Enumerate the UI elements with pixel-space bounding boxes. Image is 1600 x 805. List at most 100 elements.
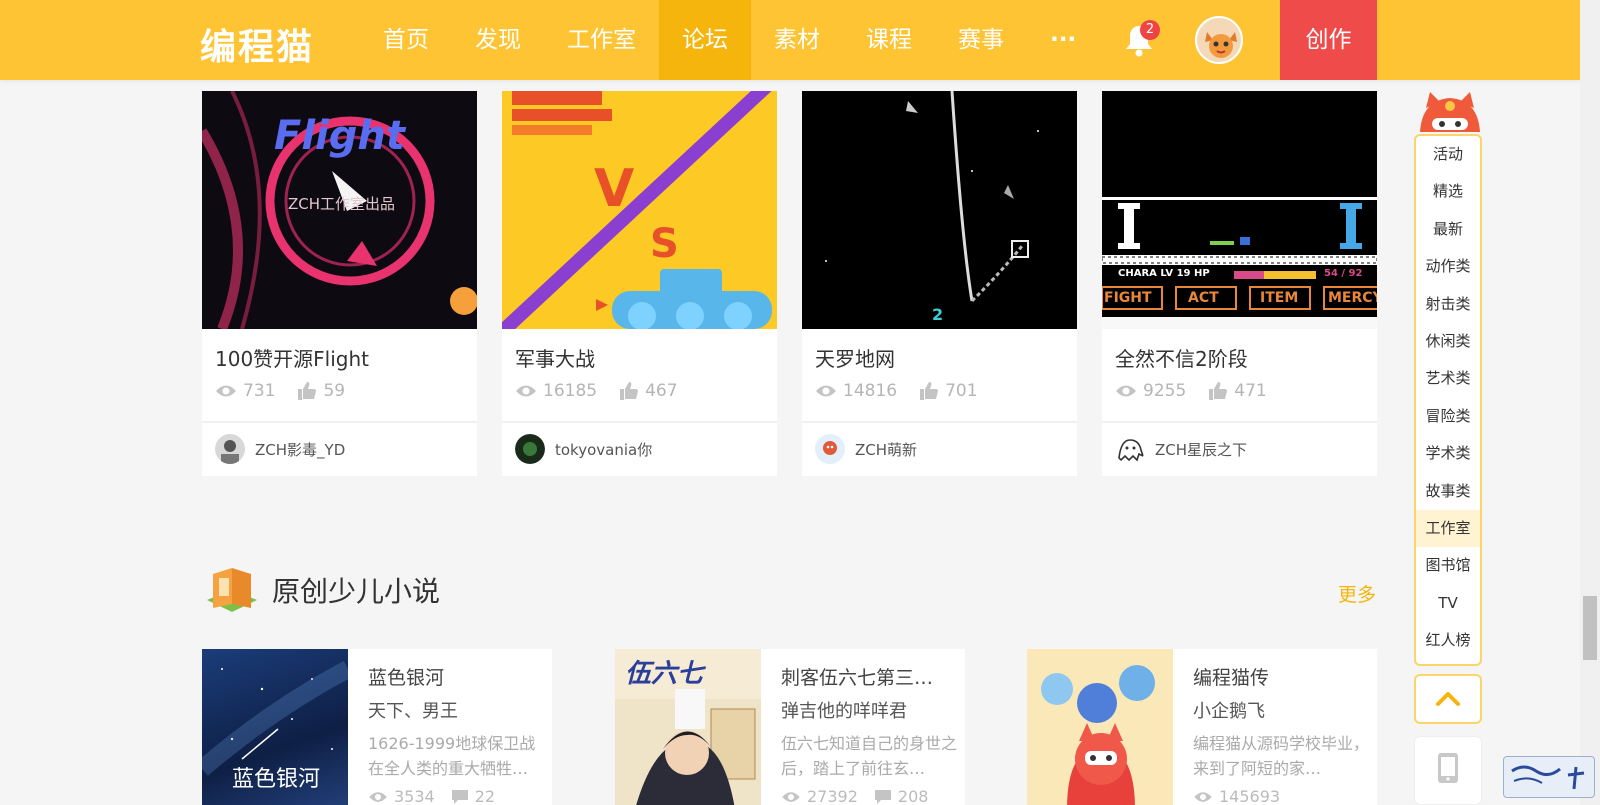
novel-title[interactable]: 刺客伍六七第三… (781, 663, 956, 690)
view-count: 9255 (1143, 381, 1187, 401)
novel-view-count: 3534 (394, 787, 435, 805)
notification-badge: 2 (1140, 20, 1160, 40)
author-name[interactable]: tokyovania你 (555, 439, 652, 460)
work-title[interactable]: 天罗地网 (815, 343, 895, 372)
thumb-sub-text: ZCH工作室出品 (288, 195, 396, 213)
book-icon (207, 568, 257, 612)
work-thumbnail[interactable]: Flight ZCH工作室出品 (202, 91, 477, 329)
more-link[interactable]: 更多 (1338, 580, 1376, 607)
sidebar-item-action[interactable]: 动作类 (1416, 248, 1480, 285)
author-avatar[interactable] (515, 434, 545, 464)
author-avatar[interactable] (215, 434, 245, 464)
sidebar-item-shooting[interactable]: 射击类 (1416, 286, 1480, 323)
user-avatar[interactable] (1195, 16, 1243, 64)
author-avatar[interactable] (1115, 434, 1145, 464)
novel-card[interactable]: 蓝色银河 蓝色银河 天下、男王 1626-1999地球保卫战在全人类的重大牺牲…… (202, 649, 552, 805)
view-count: 16185 (543, 381, 598, 401)
work-title[interactable]: 全然不信2阶段 (1115, 343, 1248, 372)
like-count: 59 (323, 381, 346, 401)
section-title: 原创少儿小说 (272, 575, 441, 608)
work-stats: 731 59 (215, 381, 345, 401)
site-logo[interactable]: 编程猫 (200, 18, 314, 70)
scrollbar-thumb[interactable] (1583, 596, 1597, 660)
work-title[interactable]: 100赞开源Flight (215, 343, 369, 372)
novel-cover[interactable] (1027, 649, 1173, 805)
card-divider (802, 421, 1077, 423)
thumb-score-text: 2 (932, 305, 944, 324)
sidebar-item-latest[interactable]: 最新 (1416, 211, 1480, 248)
sidebar-item-studio[interactable]: 工作室 (1416, 509, 1480, 548)
novel-title[interactable]: 蓝色银河 (368, 663, 543, 690)
novel-stats: 145693 (1193, 787, 1280, 805)
work-stats: 16185 467 (515, 381, 678, 401)
mercy-label: MERCY (1328, 290, 1377, 306)
work-author[interactable]: tokyovania你 (515, 434, 652, 464)
work-card[interactable]: V S 军事大战 16185 467 tokyovania你 (502, 91, 777, 476)
novel-cover[interactable]: 伍六七 (615, 649, 761, 805)
nav-item-forum[interactable]: 论坛 (659, 0, 751, 80)
sidebar-item-featured[interactable]: 精选 (1416, 173, 1480, 210)
nav-item-courses[interactable]: 课程 (843, 0, 935, 80)
nav-item-studio[interactable]: 工作室 (544, 0, 659, 80)
novel-description: 1626-1999地球保卫战在全人类的重大牺牲… (368, 734, 536, 778)
sidebar-item-adventure[interactable]: 冒险类 (1416, 398, 1480, 435)
novel-view-count: 27392 (807, 787, 858, 805)
nav-item-home[interactable]: 首页 (360, 0, 452, 80)
sidebar-item-tv[interactable]: TV (1416, 585, 1480, 622)
nav-item-discover[interactable]: 发现 (452, 0, 544, 80)
mascot-icon (1420, 92, 1480, 132)
sidebar-item-art[interactable]: 艺术类 (1416, 360, 1480, 397)
fight-label: FIGHT (1104, 290, 1152, 306)
work-stats: 9255 471 (1115, 381, 1267, 401)
page-scrollbar[interactable] (1580, 0, 1600, 805)
work-author[interactable]: ZCH影毒_YD (215, 434, 345, 464)
thumb-s-text: S (650, 221, 679, 267)
novel-view-count: 145693 (1219, 787, 1281, 805)
thumb-v-text: V (594, 159, 635, 219)
sidebar-item-activity[interactable]: 活动 (1416, 136, 1480, 173)
ime-toolbar[interactable] (1503, 756, 1595, 798)
novel-author[interactable]: 弹吉他的咩咩君 (781, 697, 907, 723)
novel-card[interactable]: 编程猫传 小企鹅飞 编程猫从源码学校毕业，来到了阿短的家… 145693 (1027, 649, 1377, 805)
work-title[interactable]: 军事大战 (515, 343, 595, 372)
work-thumbnail[interactable]: V S (502, 91, 777, 329)
act-label: ACT (1188, 290, 1219, 306)
eye-icon (1116, 385, 1136, 397)
work-thumbnail[interactable]: 2 (802, 91, 1077, 329)
sidebar-item-academic[interactable]: 学术类 (1416, 435, 1480, 472)
nav-item-more[interactable]: ··· (1027, 0, 1099, 80)
novel-stats: 3534 22 (368, 787, 495, 805)
view-count: 731 (243, 381, 276, 401)
novel-author[interactable]: 小企鹅飞 (1193, 697, 1265, 723)
sidebar-item-casual[interactable]: 休闲类 (1416, 323, 1480, 360)
nav-item-contests[interactable]: 赛事 (935, 0, 1027, 80)
view-count: 14816 (843, 381, 898, 401)
author-name[interactable]: ZCH影毒_YD (255, 439, 345, 460)
author-avatar[interactable] (815, 434, 845, 464)
work-thumbnail[interactable]: CHARA LV 19 HP 54 / 92 FIGHT ACT ITEM ME… (1102, 91, 1377, 329)
sidebar-item-library[interactable]: 图书馆 (1416, 547, 1480, 584)
novel-author[interactable]: 天下、男王 (368, 697, 458, 723)
novel-card[interactable]: 伍六七 刺客伍六七第三… 弹吉他的咩咩君 伍六七知道自己的身世之后，踏上了前往玄… (615, 649, 965, 805)
novel-comment-count: 22 (474, 787, 496, 805)
work-card[interactable]: Flight ZCH工作室出品 100赞开源Flight 731 59 ZCH影… (202, 91, 477, 476)
create-button[interactable]: 创作 (1280, 0, 1377, 80)
nav-item-materials[interactable]: 素材 (751, 0, 843, 80)
work-card[interactable]: 2 天罗地网 14816 701 ZCH萌新 (802, 91, 1077, 476)
thumb-hp-text: 54 / 92 (1324, 268, 1363, 279)
back-to-top-button[interactable] (1414, 674, 1482, 724)
sidebar-item-story[interactable]: 故事类 (1416, 473, 1480, 510)
mobile-app-button[interactable] (1414, 736, 1482, 805)
novel-cover[interactable]: 蓝色银河 (202, 649, 348, 805)
work-card[interactable]: CHARA LV 19 HP 54 / 92 FIGHT ACT ITEM ME… (1102, 91, 1377, 476)
sidebar-item-ranking[interactable]: 红人榜 (1416, 622, 1480, 659)
author-name[interactable]: ZCH星辰之下 (1155, 439, 1247, 460)
novel-title[interactable]: 编程猫传 (1193, 663, 1368, 690)
work-author[interactable]: ZCH萌新 (815, 434, 917, 464)
novel-stats: 27392 208 (781, 787, 928, 805)
work-author[interactable]: ZCH星辰之下 (1115, 434, 1247, 464)
like-count: 471 (1234, 381, 1267, 401)
novel-comment-count: 208 (897, 787, 929, 805)
card-divider (1102, 421, 1377, 423)
author-name[interactable]: ZCH萌新 (855, 439, 917, 460)
